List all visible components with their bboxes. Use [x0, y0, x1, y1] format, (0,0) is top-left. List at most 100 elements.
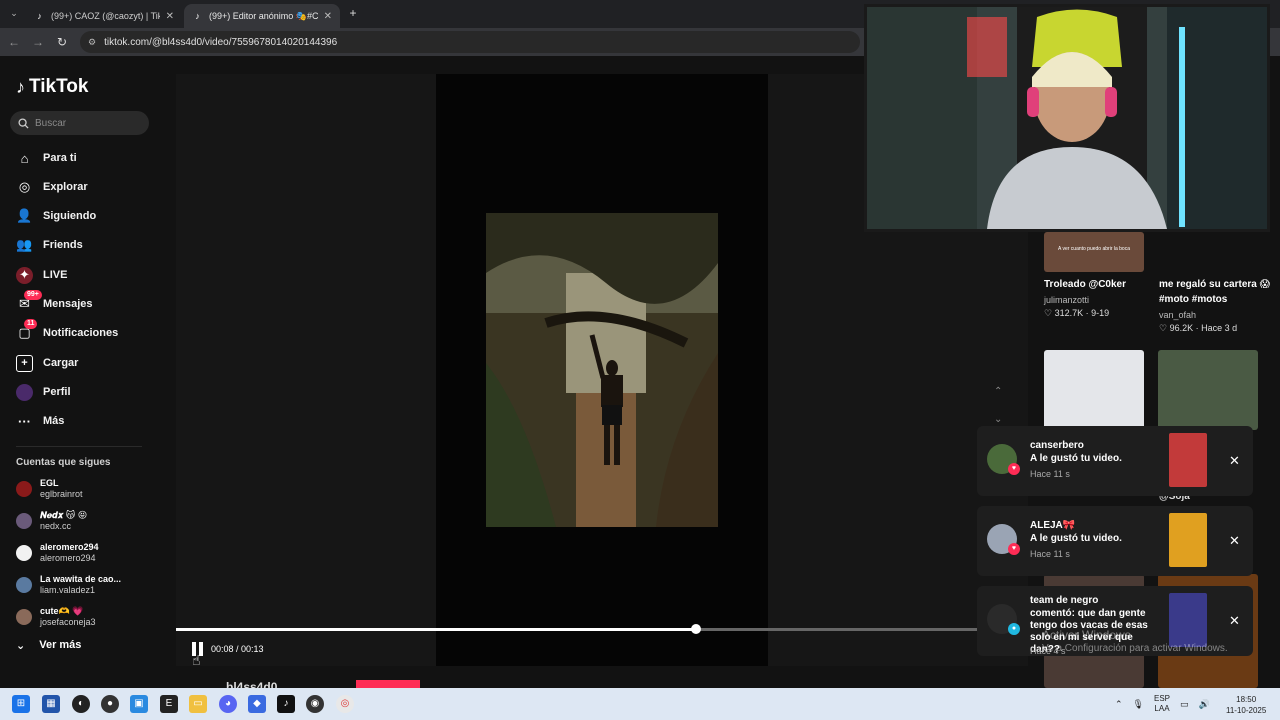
app-icon[interactable]: ●	[101, 695, 119, 713]
live-icon: ✦	[16, 266, 33, 284]
close-icon[interactable]: ✕	[1229, 453, 1240, 469]
browser-tab-2[interactable]: ♪ (99+) Editor anónimo 🎭#C ✕	[184, 4, 340, 28]
following-handle: eglbrainrot	[40, 489, 83, 499]
obs-icon[interactable]: ◐	[72, 695, 90, 713]
progress-fill	[176, 628, 696, 631]
following-item[interactable]: aleromero294 aleromero294	[16, 540, 99, 566]
nav-item-mensajes[interactable]: ✉ 99+ Mensajes	[16, 289, 93, 315]
windows-taskbar: ⊞ ▦ ◐ ● ▣ E ▭ ◕ ◆ ♪ ◉ ◎ ⌃ 🎙 ESP LAA ▭ 🔊 …	[0, 688, 1280, 720]
profile-icon	[16, 383, 33, 401]
reload-icon[interactable]: ↻	[54, 34, 70, 50]
video-author[interactable]: van_ofah	[1159, 310, 1196, 320]
following-item[interactable]: EGL eglbrainrot	[16, 476, 83, 502]
notification-thumbnail	[1169, 513, 1207, 567]
nav-label: Friends	[43, 239, 83, 251]
video-author[interactable]: julimanzotti	[1044, 295, 1089, 305]
see-more-button[interactable]: ⌄ Ver más	[16, 639, 81, 652]
chrome-icon[interactable]: ◎	[336, 695, 354, 713]
tab-search-chevron-icon[interactable]: ⌄	[6, 5, 22, 21]
nav-item-friends[interactable]: 👥 Friends	[16, 234, 83, 256]
windows-activation-subtitle: Ve a Configuración para activar Windows.	[1042, 643, 1228, 654]
microphone-icon[interactable]: 🎙	[1133, 699, 1144, 710]
video-title[interactable]: me regaló su cartera 😱#moto #motos	[1159, 277, 1274, 307]
divider	[16, 446, 142, 447]
nav-item-siguiendo[interactable]: 👤 Siguiendo	[16, 205, 96, 227]
windows-start-icon[interactable]: ⊞	[12, 695, 30, 713]
notification-time: Hace 11 s	[1030, 549, 1070, 559]
new-tab-plus-icon[interactable]: +	[345, 5, 361, 21]
tiktok-logo[interactable]: ♪ TikTok	[16, 76, 88, 98]
video-thumbnail[interactable]	[1044, 350, 1144, 430]
tiktok-icon[interactable]: ♪	[277, 695, 295, 713]
discord-icon[interactable]: ◕	[219, 695, 237, 713]
close-icon[interactable]: ✕	[1229, 533, 1240, 549]
nav-item-notificaciones[interactable]: ▢ 11 Notificaciones	[16, 318, 118, 344]
notification-text: A le gustó tu video.	[1030, 453, 1122, 464]
language-code: ESP	[1153, 694, 1170, 703]
tab-title: (99+) Editor anónimo 🎭#C	[209, 10, 318, 21]
tiktok-note-icon: ♪	[16, 76, 25, 97]
back-arrow-icon[interactable]: ←	[6, 34, 22, 50]
avatar	[16, 577, 32, 593]
volume-icon[interactable]: 🔊	[1199, 699, 1210, 710]
following-item[interactable]: La wawita de cao... liam.valadez1	[16, 572, 121, 598]
app-icon[interactable]: ◆	[248, 695, 266, 713]
video-title[interactable]: Troleado @C0ker	[1044, 277, 1154, 292]
forward-arrow-icon[interactable]: →	[30, 34, 46, 50]
notification-card[interactable]: ♥ ALEJA🎀 A le gustó tu video. Hace 11 s …	[977, 506, 1253, 576]
follow-button[interactable]	[356, 680, 420, 688]
search-input[interactable]: Buscar	[10, 111, 149, 135]
compass-icon: ◎	[18, 179, 31, 194]
nav-label: Mensajes	[43, 298, 93, 310]
nav-item-cargar[interactable]: + Cargar	[16, 352, 78, 374]
messages-icon: ✉ 99+	[16, 289, 42, 313]
notification-user: team de negro	[1030, 595, 1099, 606]
following-item[interactable]: 𝑵𝒆𝒅𝒙 😽 😝 nedx.cc	[16, 508, 87, 534]
clock[interactable]: 18:50 11-10-2025	[1226, 694, 1266, 716]
chevron-down-icon[interactable]: ⌄	[994, 414, 1002, 425]
chevron-down-icon: ⌄	[16, 640, 26, 652]
following-name: EGL	[40, 478, 59, 488]
progress-handle[interactable]	[690, 624, 701, 634]
notification-time: Hace 11 s	[1030, 469, 1070, 479]
nav-item-para-ti[interactable]: ⌂ Para ti	[16, 147, 77, 169]
language-indicator[interactable]: ESP LAA	[1154, 694, 1170, 714]
video-thumbnail[interactable]	[1158, 350, 1258, 430]
epic-games-icon[interactable]: E	[160, 695, 178, 713]
likes-count: 312.7K	[1054, 308, 1084, 318]
progress-bar[interactable]	[176, 624, 1028, 634]
following-handle: nedx.cc	[40, 521, 72, 531]
following-item[interactable]: cute🫶 💗 josefaconeja3	[16, 604, 96, 630]
site-info-icon[interactable]: ⚙	[88, 37, 96, 48]
video-thumbnail[interactable]: A ver cuanto puedo abrir la boca	[1044, 232, 1144, 272]
likes-count: 96.2K	[1169, 323, 1194, 333]
friends-icon: 👥	[16, 237, 33, 252]
webcam-overlay	[864, 4, 1270, 232]
file-explorer-icon[interactable]: ▭	[189, 695, 207, 713]
network-icon[interactable]: ▭	[1180, 699, 1189, 710]
browser-tab-1[interactable]: ♪ (99+) CAOZ (@caozyt) | TikTok ✕	[26, 4, 182, 28]
tab-title: (99+) CAOZ (@caozyt) | TikTok	[51, 11, 160, 21]
close-tab-icon[interactable]: ✕	[324, 11, 332, 22]
tiktok-icon: ♪	[195, 10, 200, 21]
task-view-icon[interactable]: ▦	[42, 695, 60, 713]
system-tray: ⌃ 🎙 ESP LAA ▭ 🔊	[1115, 688, 1210, 720]
app-icon[interactable]: ◉	[306, 695, 324, 713]
app-icon[interactable]: ▣	[130, 695, 148, 713]
tiktok-icon: ♪	[37, 10, 42, 21]
chevron-up-icon[interactable]: ⌃	[1115, 699, 1123, 710]
video-content[interactable]	[486, 213, 718, 527]
nav-item-explorar[interactable]: ◎ Explorar	[16, 176, 88, 198]
nav-item-perfil[interactable]: Perfil	[16, 381, 71, 403]
more-icon: ···	[18, 413, 31, 429]
close-tab-icon[interactable]: ✕	[166, 11, 174, 22]
notification-card[interactable]: ♥ canserbero A le gustó tu video. Hace 1…	[977, 426, 1253, 496]
notification-text: A le gustó tu video.	[1030, 533, 1122, 544]
url-field[interactable]: ⚙ tiktok.com/@bl4ss4d0/video/75596780140…	[80, 31, 860, 53]
nav-item-live[interactable]: ✦ LIVE	[16, 264, 67, 286]
close-icon[interactable]: ✕	[1229, 613, 1240, 629]
chevron-up-icon[interactable]: ⌃	[994, 386, 1002, 397]
mouse-cursor-icon: ☝	[192, 652, 201, 668]
nav-item-mas[interactable]: ··· Más	[16, 410, 64, 432]
notification-thumbnail	[1169, 593, 1207, 647]
